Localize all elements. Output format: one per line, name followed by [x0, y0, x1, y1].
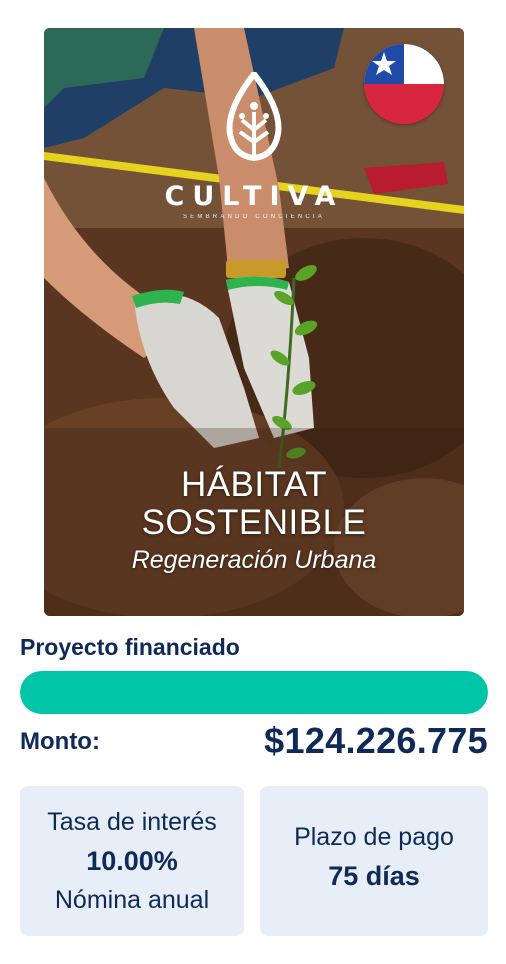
brand-name: CULTIVA [164, 181, 344, 212]
brand-tagline: SEMBRANDO CONCIENCIA [182, 214, 325, 220]
project-subtitle: Regeneración Urbana [131, 546, 377, 574]
funding-progress-fill [20, 671, 488, 714]
leaf-logo-icon [226, 69, 282, 162]
payment-term-box: Plazo de pago 75 días [260, 786, 488, 936]
title-line-2: SOSTENIBLE [141, 503, 367, 542]
brand-logo: CULTIVA SEMBRANDO CONCIENCIA [44, 69, 464, 220]
interest-rate-title: Tasa de interés [47, 808, 217, 836]
project-title: HÁBITAT SOSTENIBLE Regeneración Urbana [44, 466, 464, 575]
title-line-1: HÁBITAT [180, 465, 328, 504]
amount-value: $124.226.775 [264, 720, 488, 761]
funded-label: Proyecto financiado [20, 634, 240, 660]
payment-term-title: Plazo de pago [294, 823, 454, 851]
funding-progress-bar [20, 671, 488, 714]
amount-label: Monto: [20, 728, 100, 755]
interest-rate-note: Nómina anual [54, 886, 210, 914]
project-image[interactable]: CULTIVA SEMBRANDO CONCIENCIA HÁBITAT SOS… [44, 28, 464, 616]
payment-term-value: 75 días [328, 861, 420, 891]
interest-rate-box: Tasa de interés 10.00% Nómina anual [20, 786, 244, 936]
interest-rate-value: 10.00% [86, 846, 178, 876]
